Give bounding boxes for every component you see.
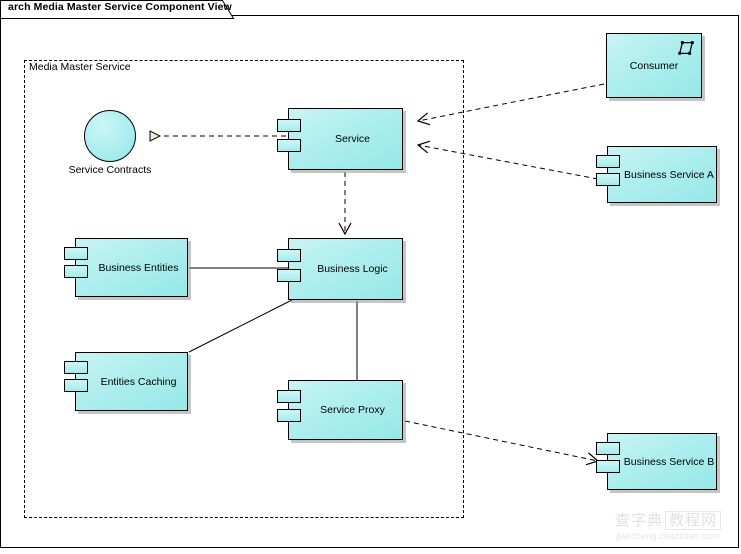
port-business-logic-required[interactable] [277,269,301,282]
port-service-required[interactable] [277,139,301,152]
port-service-proxy-required[interactable] [277,409,301,422]
port-business-entities-required[interactable] [64,265,88,278]
component-service[interactable]: Service [277,108,403,170]
component-entities-caching-label: Entities Caching [100,375,177,388]
component-service-proxy[interactable]: Service Proxy [277,380,403,440]
interface-service-contracts-label: Service Contracts [68,164,152,176]
port-business-logic-provided[interactable] [277,249,301,262]
component-service-proxy-label: Service Proxy [320,404,385,416]
port-business-service-b-required[interactable] [596,460,620,473]
component-business-service-b[interactable]: Business Service B [596,433,717,490]
diagram-title-label: arch Media Master Service Component View [8,1,232,13]
component-business-service-a-label: Business Service A [624,168,714,181]
interface-service-contracts[interactable] [84,110,136,162]
component-business-logic[interactable]: Business Logic [277,238,403,300]
component-consumer[interactable]: Consumer [606,33,702,98]
component-stereotype-icon [678,40,694,56]
port-entities-caching-provided[interactable] [64,361,88,374]
port-service-proxy-provided[interactable] [277,390,301,403]
component-business-service-b-label: Business Service B [623,455,715,468]
port-business-service-a-required[interactable] [596,173,620,186]
component-business-service-a[interactable]: Business Service A [596,146,717,203]
port-entities-caching-required[interactable] [64,379,88,392]
package-label: Media Master Service [28,61,132,73]
component-service-label: Service [334,133,370,145]
port-business-service-b-provided[interactable] [596,442,620,455]
port-business-service-a-provided[interactable] [596,155,620,168]
component-business-logic-label: Business Logic [317,263,388,275]
component-consumer-label: Consumer [629,59,679,72]
port-business-entities-provided[interactable] [64,247,88,260]
component-business-entities[interactable]: Business Entities [64,238,188,297]
port-service-provided[interactable] [277,119,301,132]
component-entities-caching[interactable]: Entities Caching [64,352,188,411]
component-business-entities-label: Business Entities [98,261,179,274]
